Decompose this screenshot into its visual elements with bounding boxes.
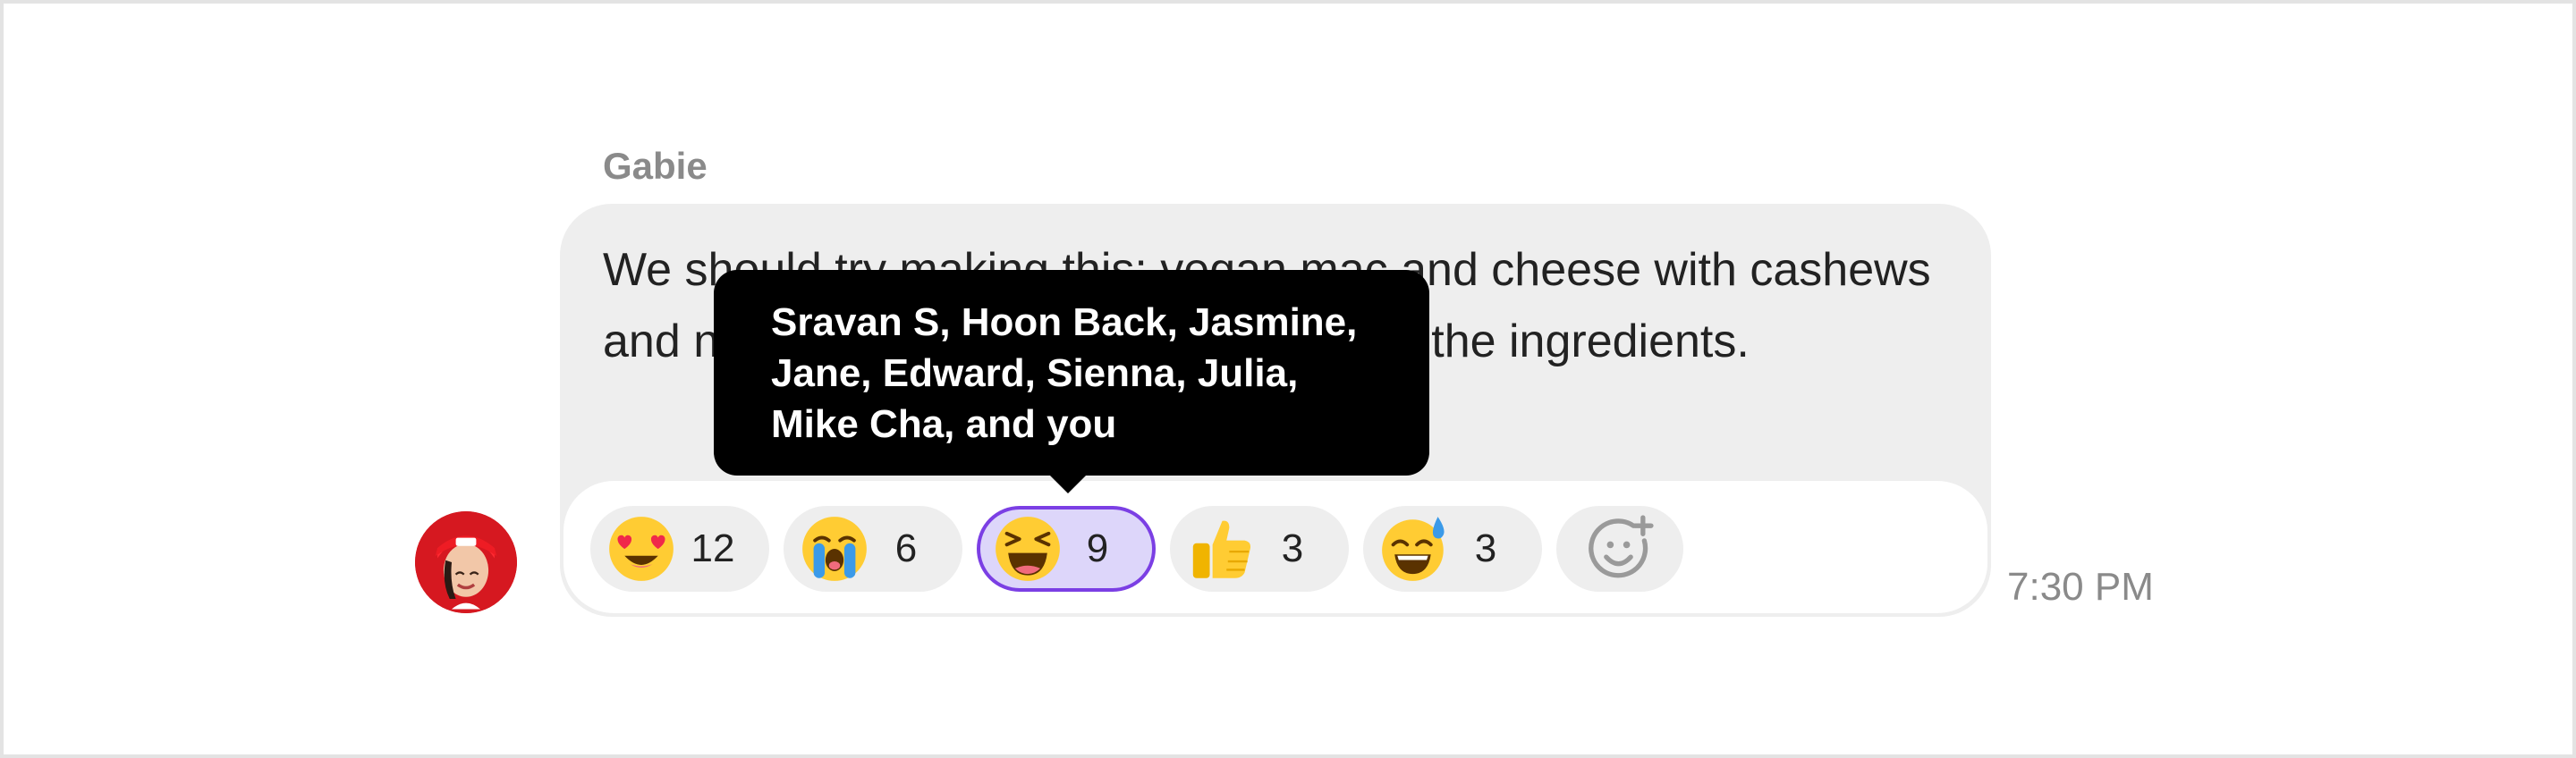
reaction-count: 3 (1474, 526, 1497, 570)
add-reaction-icon (1589, 515, 1654, 578)
reaction-chip-crying[interactable]: 6 (784, 506, 962, 592)
heart-eyes-emoji-icon (609, 517, 674, 581)
reaction-chip-thumbs-up[interactable]: 3 (1170, 506, 1349, 592)
thumbs-up-emoji-icon (1192, 520, 1251, 578)
tooltip-text: Sravan S, Hoon Back, Jasmine, Jane, Edwa… (771, 300, 1358, 446)
chat-frame: Gabie We should try making this: vegan m… (0, 0, 2576, 758)
reaction-tray: 12 6 9 3 3 (564, 481, 1987, 613)
sweat-smile-emoji-icon (1382, 517, 1445, 581)
reaction-chip-laughing[interactable]: 9 (977, 506, 1156, 592)
avatar-image (415, 511, 517, 613)
reactors-tooltip: Sravan S, Hoon Back, Jasmine, Jane, Edwa… (714, 270, 1429, 476)
tooltip-arrow (1048, 474, 1088, 493)
crying-emoji-icon (802, 517, 867, 581)
message-timestamp: 7:30 PM (2007, 565, 2154, 609)
add-reaction-button[interactable] (1556, 506, 1683, 592)
laughing-squint-emoji-icon (996, 517, 1060, 581)
reaction-count: 9 (1086, 526, 1109, 570)
reaction-chip-sweat-smile[interactable]: 3 (1363, 506, 1542, 592)
reaction-chip-heart-eyes[interactable]: 12 (590, 506, 769, 592)
reaction-count: 12 (691, 526, 735, 570)
sender-name: Gabie (603, 145, 708, 187)
avatar[interactable] (415, 511, 517, 613)
reaction-count: 6 (894, 526, 918, 570)
reaction-count: 3 (1281, 526, 1304, 570)
